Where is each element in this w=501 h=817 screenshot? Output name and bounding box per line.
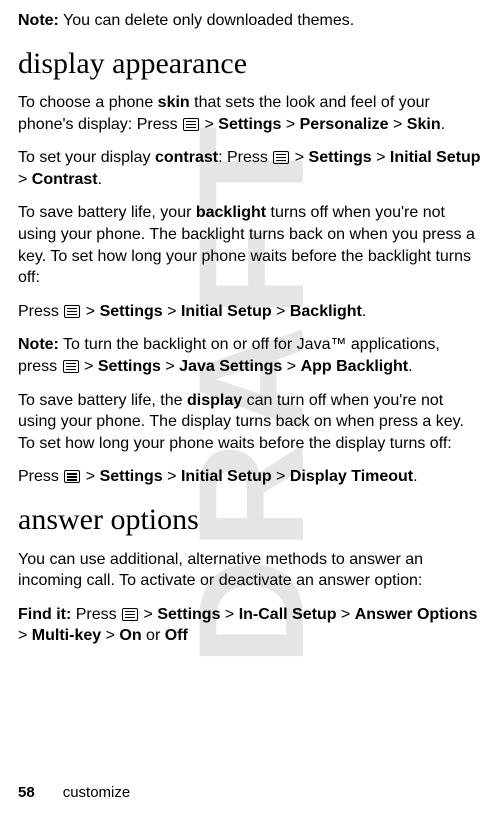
heading-display-appearance: display appearance: [18, 44, 483, 85]
para-backlight-path: Press > Settings > Initial Setup > Backl…: [18, 301, 483, 323]
section-name: customize: [63, 784, 131, 801]
menu-icon: [63, 360, 79, 373]
menu-icon: [273, 151, 289, 164]
para-backlight-intro: To save battery life, your backlight tur…: [18, 202, 483, 288]
find-it-label: Find it:: [18, 606, 71, 623]
page-content: Note: You can delete only downloaded the…: [18, 10, 483, 647]
para-skin: To choose a phone skin that sets the loo…: [18, 92, 483, 135]
note-delete-themes: Note: You can delete only downloaded the…: [18, 10, 483, 32]
menu-icon: [64, 305, 80, 318]
para-display-path: Press > Settings > Initial Setup > Displ…: [18, 466, 483, 488]
note-text: You can delete only downloaded themes.: [59, 12, 354, 29]
menu-icon: [183, 118, 199, 131]
page-footer: 58 customize: [18, 783, 483, 803]
para-answer-intro: You can use additional, alternative meth…: [18, 549, 483, 592]
page-number: 58: [18, 784, 35, 801]
menu-icon: [64, 470, 80, 483]
note-label: Note:: [18, 336, 59, 353]
heading-answer-options: answer options: [18, 500, 483, 541]
para-find-it: Find it: Press > Settings > In-Call Setu…: [18, 604, 483, 647]
para-contrast: To set your display contrast: Press > Se…: [18, 147, 483, 190]
para-display-intro: To save battery life, the display can tu…: [18, 390, 483, 455]
note-java-backlight: Note: To turn the backlight on or off fo…: [18, 334, 483, 377]
note-label: Note:: [18, 12, 59, 29]
menu-icon: [122, 608, 138, 621]
